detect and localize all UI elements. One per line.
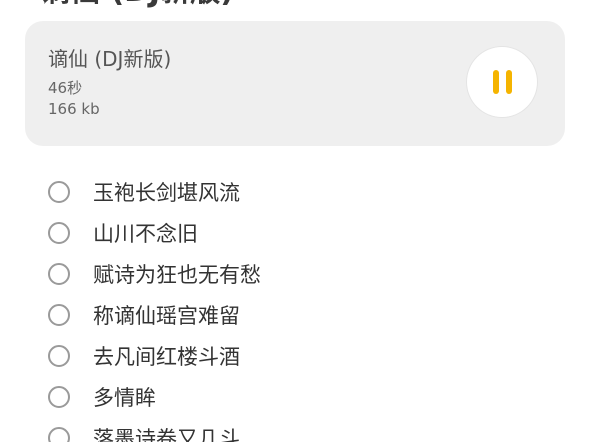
track-title: 谪仙 (DJ新版) [48,47,172,71]
radio-button[interactable] [48,303,70,326]
lyric-option-label: 称谪仙瑶宫难留 [93,303,240,328]
radio-button[interactable] [48,426,70,442]
radio-button[interactable] [48,262,70,285]
pause-button[interactable] [467,47,537,117]
lyric-option[interactable]: 山川不念旧 [48,212,261,253]
lyric-option-label: 山川不念旧 [93,221,198,246]
lyric-option-label: 赋诗为狂也无有愁 [93,262,261,287]
radio-button[interactable] [48,344,70,367]
pause-bar-right [505,70,512,94]
lyric-option-label: 落墨诗卷又几斗 [93,426,240,442]
track-file-size: 166 kb [48,100,100,118]
lyric-option[interactable]: 赋诗为狂也无有愁 [48,253,261,294]
audio-player-card: 谪仙 (DJ新版) 46秒 166 kb [25,21,565,146]
track-duration: 46秒 [48,79,83,97]
page: 谪仙 (DJ新版) 谪仙 (DJ新版) 46秒 166 kb 玉袍长剑堪风流 山… [0,0,590,442]
lyric-option[interactable]: 落墨诗卷又几斗 [48,417,261,442]
lyric-option-label: 多情眸 [93,385,156,410]
lyric-option[interactable]: 称谪仙瑶宫难留 [48,294,261,335]
lyric-option[interactable]: 玉袍长剑堪风流 [48,171,261,212]
lyric-option[interactable]: 去凡间红楼斗酒 [48,335,261,376]
lyric-option-label: 玉袍长剑堪风流 [93,180,240,205]
lyric-option[interactable]: 多情眸 [48,376,261,417]
page-title: 谪仙 (DJ新版) [40,0,234,12]
pause-icon [492,70,512,94]
pause-bar-left [492,70,499,94]
radio-button[interactable] [48,180,70,203]
lyric-option-label: 去凡间红楼斗酒 [93,344,240,369]
lyrics-selection-list: 玉袍长剑堪风流 山川不念旧 赋诗为狂也无有愁 称谪仙瑶宫难留 去凡间红楼斗酒 多… [48,171,261,442]
radio-button[interactable] [48,385,70,408]
radio-button[interactable] [48,221,70,244]
